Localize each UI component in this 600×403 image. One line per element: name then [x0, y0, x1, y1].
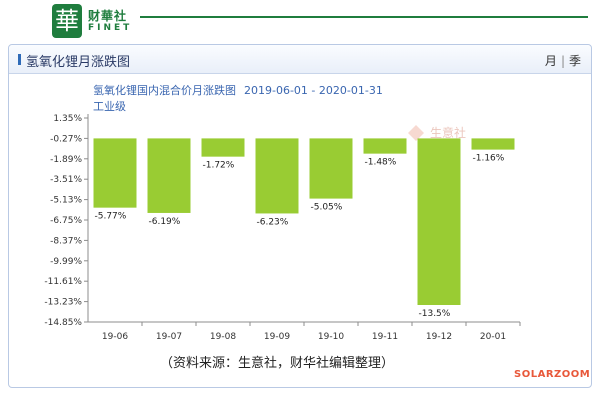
data-label: -1.72% — [203, 161, 235, 171]
bar-19-09 — [255, 138, 299, 214]
x-tick-label: 19-08 — [210, 332, 236, 342]
y-tick-label: -11.61% — [44, 277, 82, 287]
watermark-text: 生意社 — [430, 125, 466, 140]
data-label: -6.19% — [149, 217, 181, 227]
x-axis: 19-06 19-07 19-08 19-09 19-10 19-11 19-12 20-01 — [88, 321, 521, 342]
data-label: -5.77% — [95, 212, 127, 222]
y-tick-label: -6.75% — [50, 216, 82, 226]
x-tick-label: 19-07 — [156, 332, 182, 342]
bar-20-01 — [471, 138, 515, 150]
y-tick-label: 1.35% — [53, 114, 82, 124]
x-tick-label: 19-12 — [426, 332, 452, 342]
bar-19-08 — [201, 138, 245, 157]
data-label: -1.16% — [473, 154, 505, 164]
chart-title-text: 氢氧化锂国内混合价月涨跌图 — [93, 83, 236, 97]
x-tick-label: 19-09 — [264, 332, 290, 342]
data-label: -6.23% — [257, 217, 289, 227]
chart-title: 氢氧化锂国内混合价月涨跌图 2019-06-01 - 2020-01-31 — [93, 83, 383, 97]
bar-series: -5.77% -6.19% -1.72% -6.23% -5.05% -1.48% -13.… — [93, 138, 515, 319]
y-tick-label: -1.89% — [50, 155, 82, 165]
bar-19-11 — [363, 138, 407, 154]
bar-19-12 — [417, 138, 461, 305]
bar-19-06 — [93, 138, 137, 208]
y-tick-label: -0.27% — [50, 134, 82, 144]
bar-chart: 生意社 氢氧化锂国内混合价月涨跌图 2019-06-01 - 2020-01-31… — [44, 83, 521, 342]
data-label: -13.5% — [419, 309, 451, 319]
x-tick-label: 19-11 — [372, 332, 398, 342]
y-tick-label: -14.85% — [44, 318, 82, 328]
y-axis: 1.35% -0.27% -1.89% -3.51% -5.13% -6.75% -8.37… — [44, 114, 89, 328]
chart-date-range: 2019-06-01 - 2020-01-31 — [244, 84, 383, 97]
x-tick-label: 19-06 — [102, 332, 128, 342]
x-tick-label: 19-10 — [318, 332, 344, 342]
bar-19-07 — [147, 138, 191, 213]
chart-subtitle: 工业级 — [93, 100, 126, 113]
data-label: -5.05% — [311, 203, 343, 213]
source-note: （资料来源：生意社，财华社编辑整理） — [160, 356, 395, 371]
y-tick-label: -13.23% — [44, 298, 82, 308]
y-tick-label: -8.37% — [50, 236, 82, 246]
data-label: -1.48% — [365, 158, 397, 168]
corner-watermark: SOLARZOOM — [514, 369, 591, 380]
y-tick-label: -9.99% — [50, 257, 82, 267]
x-tick-label: 20-01 — [480, 332, 506, 342]
y-tick-label: -5.13% — [50, 196, 82, 206]
y-tick-label: -3.51% — [50, 175, 82, 185]
bar-19-10 — [309, 138, 353, 199]
